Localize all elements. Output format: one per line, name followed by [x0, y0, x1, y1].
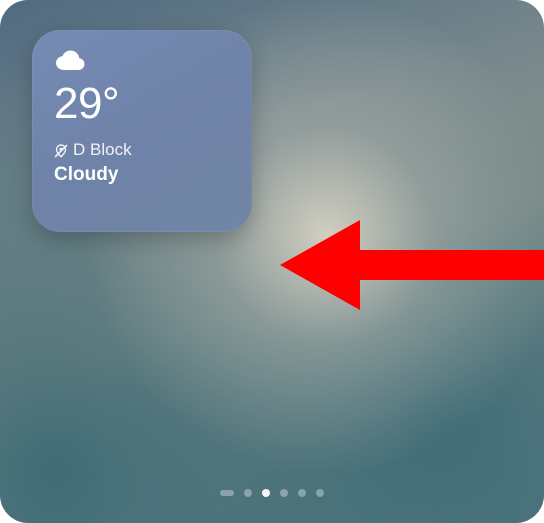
home-screen[interactable]: 29° D Block Cloudy: [0, 0, 544, 523]
page-dot-0[interactable]: [220, 490, 234, 496]
location-off-icon: [54, 143, 68, 157]
cloud-icon: [54, 50, 88, 72]
temperature-value: 29°: [54, 82, 232, 126]
page-dot-1[interactable]: [244, 489, 252, 497]
page-indicator[interactable]: [0, 489, 544, 497]
page-dot-5[interactable]: [316, 489, 324, 497]
condition-label: Cloudy: [54, 164, 232, 186]
page-dot-3[interactable]: [280, 489, 288, 497]
page-dot-2[interactable]: [262, 489, 270, 497]
annotation-arrow: [280, 210, 544, 330]
page-dot-4[interactable]: [298, 489, 306, 497]
location-label: D Block: [73, 140, 132, 160]
location-row: D Block: [54, 140, 232, 160]
weather-widget[interactable]: 29° D Block Cloudy: [32, 30, 252, 232]
